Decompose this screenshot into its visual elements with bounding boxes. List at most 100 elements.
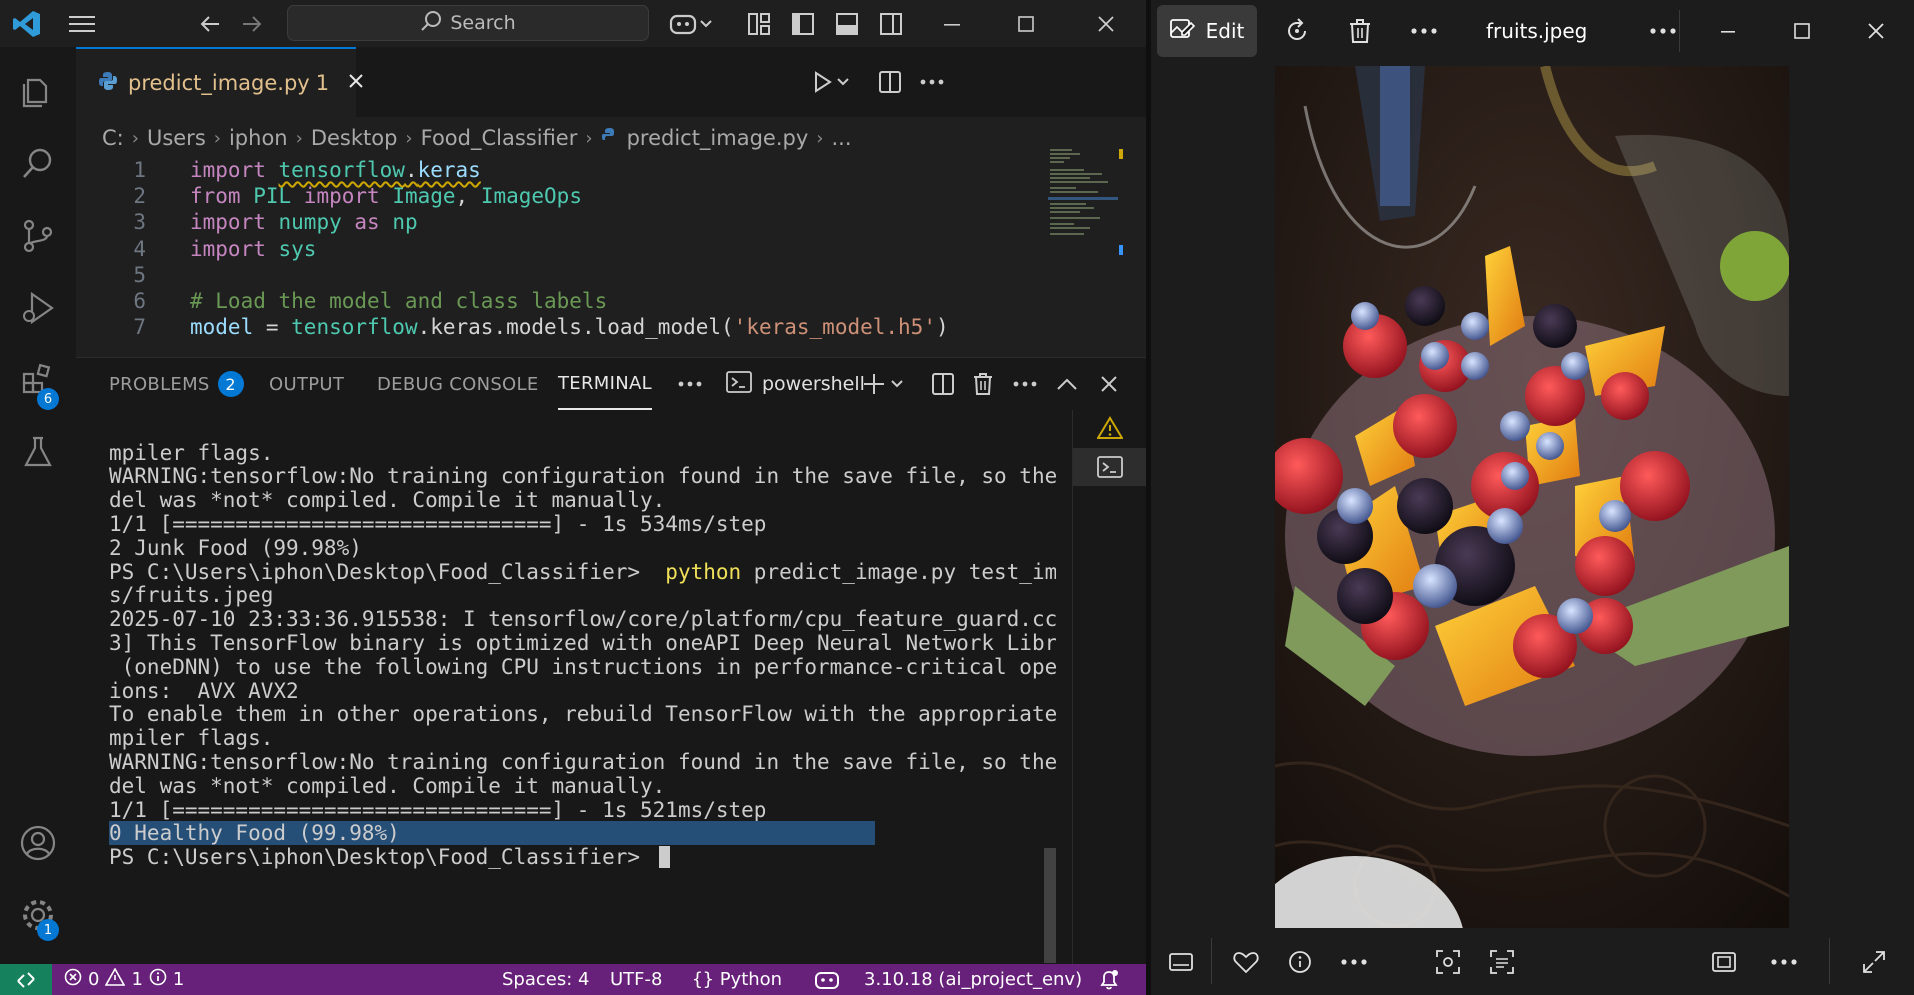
split-terminal-icon[interactable] — [924, 358, 962, 410]
fruit-bowl-photo — [1275, 66, 1789, 928]
code-token: ImageOps — [480, 184, 582, 209]
editor-group: predict_image.py 1 C: › Users › iphon › Des… — [76, 47, 1146, 357]
bottom-separator — [1211, 938, 1212, 984]
settings-badge: 1 — [37, 919, 59, 941]
warning-icon[interactable] — [1073, 410, 1146, 446]
photos-maximize-icon[interactable] — [1775, 0, 1829, 62]
terminal-instance-icon[interactable] — [1073, 448, 1146, 486]
code-token: from — [190, 184, 254, 209]
line-number: 3 — [133, 210, 146, 235]
manage-gear-icon[interactable]: 1 — [0, 879, 76, 951]
tab-debug-console[interactable]: DEBUG CONSOLE — [377, 358, 539, 410]
shell-name: powershell — [762, 373, 865, 395]
more-options-icon[interactable] — [1399, 0, 1449, 62]
breadcrumb-item[interactable]: ... — [831, 126, 851, 150]
command-search-box[interactable]: Search — [287, 5, 649, 41]
full-screen-expand-icon[interactable] — [1846, 928, 1902, 995]
breadcrumb-item[interactable]: Desktop — [311, 126, 398, 150]
remote-indicator-icon[interactable] — [0, 964, 52, 995]
breadcrumb-item[interactable]: Food_Classifier — [421, 126, 578, 150]
back-arrow-icon[interactable] — [192, 0, 228, 47]
visual-search-icon[interactable] — [1423, 928, 1473, 995]
breadcrumb-item[interactable]: C: — [102, 126, 124, 150]
toggle-secondary-sidebar-icon[interactable] — [874, 0, 908, 47]
code-text: # Load the model and class labels — [146, 289, 607, 313]
zoom-more-icon[interactable] — [1759, 928, 1809, 995]
filmstrip-icon[interactable] — [1151, 928, 1211, 995]
more-actions-icon[interactable] — [912, 47, 952, 117]
split-editor-icon[interactable] — [870, 47, 910, 117]
edit-image-icon — [1169, 17, 1196, 46]
delete-trash-icon[interactable] — [1335, 0, 1385, 62]
edit-label: Edit — [1205, 19, 1245, 43]
terminal-output[interactable]: mpiler flags. WARNING:tensorflow:No train… — [76, 438, 1056, 958]
photos-toolbar: Edit fruits.jpeg — [1151, 0, 1914, 62]
code-editor[interactable]: 1 import tensorflow.keras 2 from PIL import… — [76, 150, 1056, 357]
minimap[interactable] — [1048, 147, 1123, 257]
terminal-line: PS C:\Users\iphon\Desktop\Food_Classifie… — [109, 843, 670, 872]
kill-terminal-trash-icon[interactable] — [964, 358, 1002, 410]
photos-minimize-icon[interactable] — [1701, 0, 1755, 62]
panel-overflow-icon[interactable] — [672, 358, 708, 410]
copilot-icon[interactable] — [666, 0, 716, 47]
breadcrumb-item[interactable]: predict_image.py — [627, 126, 809, 150]
new-terminal-icon[interactable] — [856, 358, 912, 410]
run-python-file-icon[interactable] — [804, 47, 860, 117]
testing-icon[interactable] — [0, 416, 76, 488]
code-token: , — [455, 184, 481, 209]
rotate-icon[interactable] — [1273, 0, 1323, 62]
encoding-status[interactable]: UTF-8 — [610, 964, 662, 995]
close-panel-icon[interactable] — [1090, 358, 1128, 410]
indentation-status[interactable]: Spaces: 4 — [502, 964, 589, 995]
tab-predict-image[interactable]: predict_image.py 1 — [76, 47, 363, 117]
code-token: numpy — [278, 210, 355, 235]
fit-to-window-icon[interactable] — [1699, 928, 1749, 995]
chevron-right-icon: › — [131, 127, 139, 149]
tab-problems[interactable]: PROBLEMS 2 — [109, 358, 244, 410]
python-interpreter-status[interactable]: 3.10.18 (ai_project_env) — [864, 964, 1082, 995]
close-tab-icon[interactable] — [347, 71, 365, 95]
breadcrumb-item[interactable]: Users — [147, 126, 206, 150]
forward-arrow-icon[interactable] — [234, 0, 270, 47]
search-icon — [420, 10, 442, 37]
photos-close-icon[interactable] — [1849, 0, 1903, 62]
close-window-icon[interactable] — [1080, 0, 1132, 47]
edit-button[interactable]: Edit — [1157, 5, 1257, 57]
title-more-icon[interactable] — [1638, 0, 1688, 62]
terminal-more-icon[interactable] — [1006, 358, 1044, 410]
file-info-icon[interactable] — [1275, 928, 1325, 995]
copilot-status-icon[interactable] — [814, 964, 840, 995]
customize-layout-icon[interactable] — [742, 0, 776, 47]
language-mode-status[interactable]: {} Python — [692, 964, 782, 995]
run-debug-icon[interactable] — [0, 272, 76, 344]
code-line[interactable]: 7 model = tensorflow.keras.models.load_mo… — [76, 311, 948, 343]
favorite-heart-icon[interactable] — [1221, 928, 1271, 995]
problems-status[interactable]: 0 1 1 — [64, 964, 184, 995]
breadcrumb-item[interactable]: iphon — [229, 126, 288, 150]
extensions-icon[interactable]: 6 — [0, 344, 76, 416]
terminal-scrollbar[interactable] — [1044, 848, 1056, 963]
interpreter-label: 3.10.18 (ai_project_env) — [864, 969, 1083, 990]
source-control-icon[interactable] — [0, 200, 76, 272]
notifications-bell-icon[interactable] — [1098, 964, 1120, 995]
menu-icon[interactable] — [56, 0, 108, 47]
accounts-icon[interactable] — [0, 807, 76, 879]
code-token: import — [190, 210, 279, 235]
scan-text-icon[interactable] — [1477, 928, 1527, 995]
toggle-primary-sidebar-icon[interactable] — [786, 0, 820, 47]
code-token: 'keras_model.h5' — [733, 315, 936, 340]
search-view-icon[interactable] — [0, 128, 76, 200]
editor-tabs: predict_image.py 1 — [76, 47, 1146, 117]
chevron-right-icon: › — [405, 127, 413, 149]
photo-filename: fruits.jpeg — [1486, 19, 1588, 43]
maximize-icon[interactable] — [1000, 0, 1052, 47]
toggle-panel-icon[interactable] — [830, 0, 864, 47]
explorer-icon[interactable] — [0, 56, 76, 128]
tab-terminal[interactable]: TERMINAL — [558, 358, 652, 410]
bottom-panel: PROBLEMS 2 OUTPUT DEBUG CONSOLE TERMINAL… — [76, 357, 1146, 965]
minimize-icon[interactable] — [926, 0, 978, 47]
maximize-panel-chevron-up-icon[interactable] — [1048, 358, 1086, 410]
tab-output[interactable]: OUTPUT — [269, 358, 344, 410]
code-token: sys — [278, 236, 317, 261]
bottom-more-icon[interactable] — [1329, 928, 1379, 995]
